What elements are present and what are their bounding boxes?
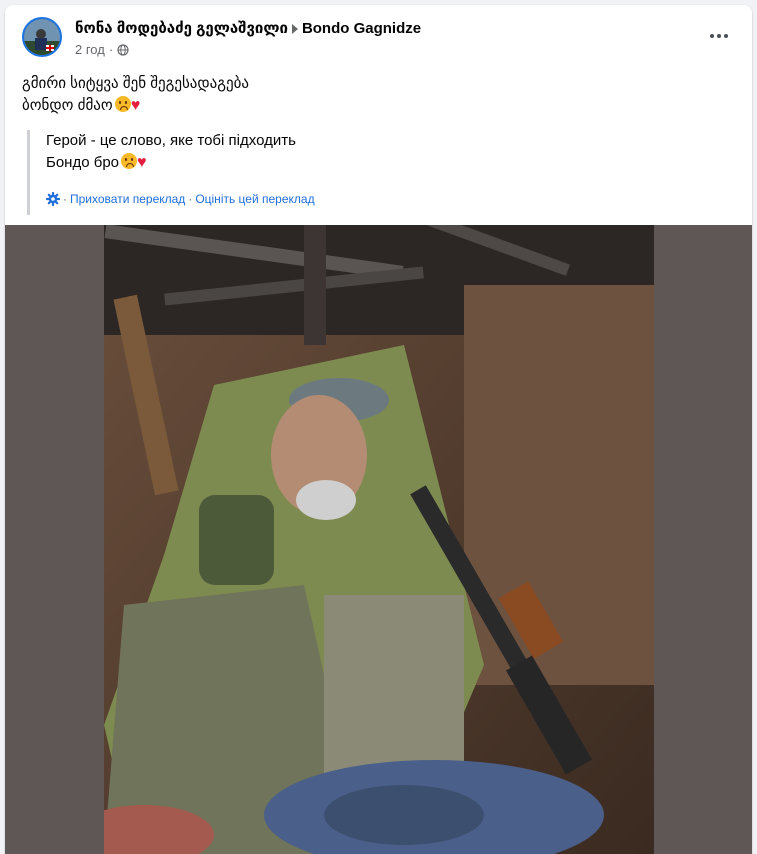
author-avatar[interactable] [22, 17, 62, 57]
soldier-photo-image [104, 225, 654, 854]
triangle-right-icon [291, 23, 298, 34]
translation-line-2-wrap: Бондо бро ♥ [46, 152, 727, 174]
post-text: გმირი სიტყვა შენ შეგესადაგება ბონდო ძმაო… [22, 73, 249, 117]
post-photo-container [5, 225, 752, 854]
sad-face-emoji-icon [114, 96, 131, 112]
meta-separator: · [108, 42, 114, 57]
avatar-image [24, 19, 60, 55]
gear-icon[interactable] [46, 192, 60, 206]
globe-icon [117, 43, 129, 56]
post-photo[interactable] [104, 225, 654, 854]
post-card: ნონა მოდებაძე გელაშვილი Bondo Gagnidze 2 … [5, 5, 752, 854]
separator-dot: · [63, 192, 67, 206]
more-dots-icon [710, 34, 728, 38]
author-name[interactable]: ნონა მოდებაძე გელაშვილი [75, 20, 288, 37]
translation-line-1: Герой - це слово, яке тобі підходить [46, 132, 296, 149]
heart-icon: ♥ [137, 154, 147, 171]
post-time[interactable]: 2 год [75, 42, 105, 57]
translation-line-2: Бондо бро [46, 154, 120, 171]
more-options-button[interactable] [704, 21, 734, 51]
post-text-line-1: გმირი სიტყვა შენ შეგესადაგება [22, 75, 249, 92]
post-text-line-2: ბონდო ძმაო [22, 97, 113, 114]
hide-translation-link[interactable]: Приховати переклад [70, 192, 185, 206]
recipient-name[interactable]: Bondo Gagnidze [302, 20, 421, 37]
rate-translation-link[interactable]: Оцініть цей переклад [195, 192, 314, 206]
post-header: ნონა მოდებაძე გელაშვილი Bondo Gagnidze 2 … [5, 5, 752, 65]
translation-block: Герой - це слово, яке тобі підходить Бон… [27, 130, 727, 215]
author-line: ნონა მოდებაძე გელაშვილი Bondo Gagnidze [75, 19, 421, 37]
sad-face-emoji-icon [121, 153, 138, 169]
translation-actions: · Приховати переклад · Оцініть цей перек… [46, 192, 315, 206]
separator-dot: · [188, 192, 193, 206]
post-text-line-2-wrap: ბონდო ძმაო ♥ [22, 95, 249, 117]
post-meta: 2 год · [75, 42, 129, 57]
heart-icon: ♥ [130, 97, 141, 114]
